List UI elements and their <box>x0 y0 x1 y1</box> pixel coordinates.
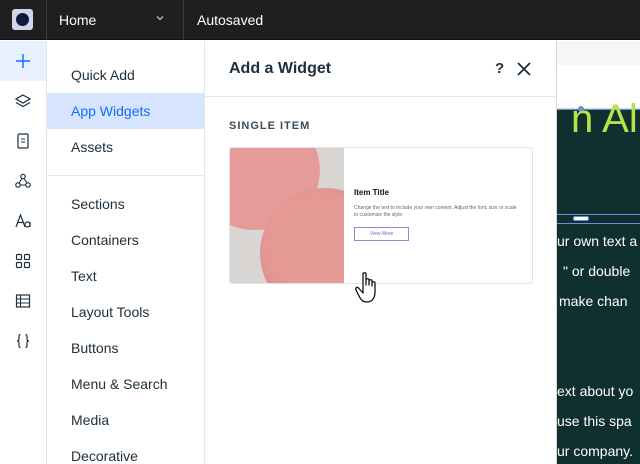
add-elements-button[interactable] <box>0 41 46 81</box>
canvas-heading: n All <box>571 97 640 141</box>
category-layout-tools[interactable]: Layout Tools <box>47 294 204 330</box>
category-sections[interactable]: Sections <box>47 186 204 222</box>
apps-grid-icon <box>15 253 31 269</box>
category-text[interactable]: Text <box>47 258 204 294</box>
cms-button[interactable] <box>0 281 46 321</box>
table-icon <box>15 294 31 308</box>
page-name: Home <box>59 12 97 28</box>
help-button[interactable]: ? <box>495 60 504 77</box>
code-button[interactable] <box>0 321 46 361</box>
widget-view-more-button: View More <box>354 227 409 241</box>
site-logo-icon[interactable] <box>12 9 33 30</box>
category-app-widgets[interactable]: App Widgets <box>47 93 204 129</box>
page-selector[interactable]: Home <box>47 0 183 40</box>
layers-button[interactable] <box>0 81 46 121</box>
canvas-text-line: " or double <box>563 263 631 279</box>
widget-preview-card[interactable]: Item Title Change the text to include yo… <box>229 147 533 284</box>
connect-button[interactable] <box>0 161 46 201</box>
top-bar: Home Autosaved <box>0 0 640 40</box>
apps-button[interactable] <box>0 241 46 281</box>
resize-handle[interactable] <box>573 216 589 221</box>
chevron-down-icon <box>156 16 164 21</box>
text-theme-icon <box>15 213 31 228</box>
panel-title: Add a Widget <box>229 60 332 77</box>
panel-header: Add a Widget ? <box>205 41 557 97</box>
widget-item-text: Change the text to include your own cont… <box>354 205 517 218</box>
divider <box>183 0 184 40</box>
connect-icon <box>15 173 31 188</box>
section-label: SINGLE ITEM <box>229 120 311 132</box>
code-braces-icon <box>16 333 30 349</box>
design-button[interactable] <box>0 201 46 241</box>
page-icon <box>17 133 29 149</box>
autosave-status: Autosaved <box>197 12 264 28</box>
widget-preview-body: Item Title Change the text to include yo… <box>354 188 524 241</box>
pages-button[interactable] <box>0 121 46 161</box>
canvas-text-line: make chan <box>559 293 628 309</box>
site-canvas[interactable]: n All ur own text a " or double make cha… <box>557 41 640 464</box>
divider <box>47 175 204 176</box>
category-buttons[interactable]: Buttons <box>47 330 204 366</box>
canvas-text-line: ext about yo <box>557 383 634 399</box>
close-icon[interactable] <box>516 61 532 77</box>
widget-preview-image <box>230 148 344 283</box>
category-assets[interactable]: Assets <box>47 129 204 165</box>
widget-item-title: Item Title <box>354 188 389 197</box>
add-widget-panel: Add a Widget ? SINGLE ITEM Item Title Ch… <box>205 41 557 464</box>
canvas-text-line: use this spa <box>557 413 632 429</box>
category-menu-search[interactable]: Menu & Search <box>47 366 204 402</box>
add-elements-categories: Quick Add App Widgets Assets Sections Co… <box>47 41 205 464</box>
category-quick-add[interactable]: Quick Add <box>47 57 204 93</box>
layers-icon <box>14 94 32 108</box>
canvas-text-line: ur own text a <box>557 233 638 249</box>
hand-cursor-icon <box>355 272 376 303</box>
left-tool-rail <box>0 41 47 464</box>
category-media[interactable]: Media <box>47 402 204 438</box>
category-containers[interactable]: Containers <box>47 222 204 258</box>
canvas-text-line: ur company. <box>557 443 633 459</box>
plus-icon <box>16 54 30 68</box>
category-decorative[interactable]: Decorative <box>47 438 204 464</box>
